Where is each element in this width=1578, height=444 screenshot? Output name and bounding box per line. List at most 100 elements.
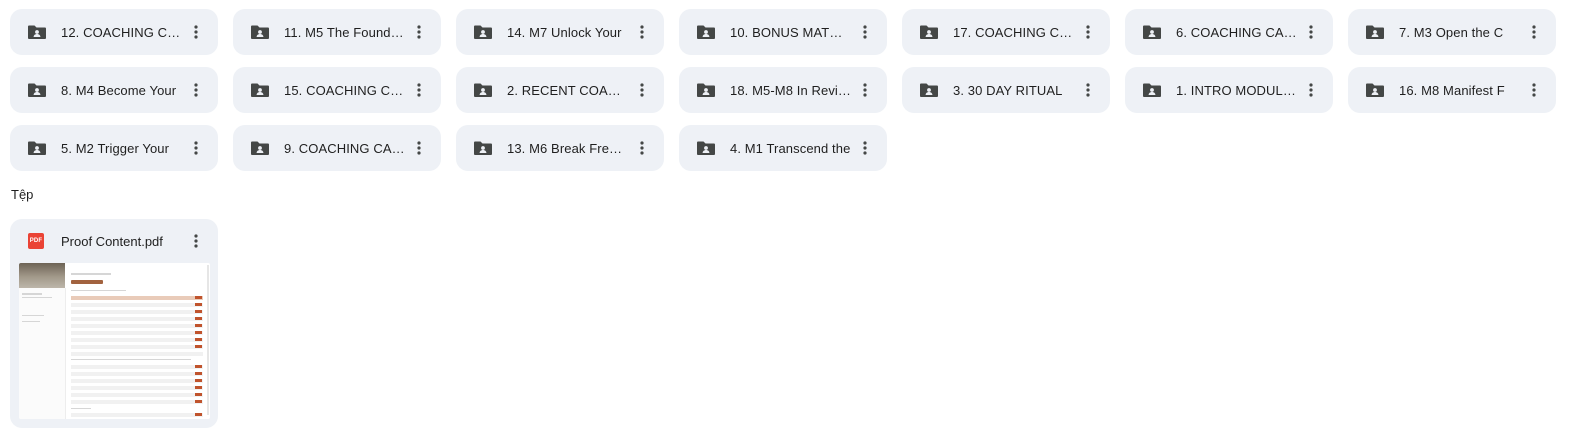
more-options-button[interactable]: [628, 18, 656, 46]
shared-folder-icon: [250, 22, 270, 42]
pdf-icon: PDF: [28, 233, 44, 249]
folder-name: 9. COACHING CALL: [284, 140, 405, 156]
more-options-button[interactable]: [1074, 76, 1102, 104]
shared-folder-icon: [27, 80, 47, 100]
file-card[interactable]: PDF Proof Content.pdf: [10, 219, 218, 428]
folder-card[interactable]: 16. M8 Manifest F: [1348, 67, 1556, 113]
folder-name: 14. M7 Unlock Your: [507, 24, 622, 40]
folder-card[interactable]: 6. COACHING CALL: [1125, 9, 1333, 55]
more-vert-icon: [857, 24, 873, 40]
more-vert-icon: [188, 24, 204, 40]
more-vert-icon: [634, 82, 650, 98]
shared-folder-icon: [473, 138, 493, 158]
more-vert-icon: [634, 140, 650, 156]
folder-name: 2. RECENT COACHING: [507, 82, 628, 98]
folder-card[interactable]: 7. M3 Open the C: [1348, 9, 1556, 55]
folder-card[interactable]: 10. BONUS MATERIAL: [679, 9, 887, 55]
more-options-button[interactable]: [1520, 18, 1548, 46]
shared-folder-icon: [696, 80, 716, 100]
more-vert-icon: [194, 234, 198, 248]
folder-name: 1. INTRO MODULES: [1176, 82, 1297, 98]
more-options-button[interactable]: [851, 76, 879, 104]
folder-card[interactable]: 17. COACHING CALL: [902, 9, 1110, 55]
file-thumbnail: [19, 263, 210, 419]
more-vert-icon: [634, 24, 650, 40]
more-options-button[interactable]: [405, 18, 433, 46]
more-vert-icon: [411, 140, 427, 156]
folder-name: 12. COACHING CALL: [61, 24, 182, 40]
file-name: Proof Content.pdf: [61, 233, 163, 249]
more-vert-icon: [188, 82, 204, 98]
shared-folder-icon: [1365, 80, 1385, 100]
files-section-heading: Tệp: [11, 187, 34, 202]
folder-card[interactable]: 12. COACHING CALL: [10, 9, 218, 55]
folder-name: 3. 30 DAY RITUAL: [953, 82, 1063, 98]
shared-folder-icon: [473, 22, 493, 42]
more-vert-icon: [1526, 82, 1542, 98]
folder-name: 6. COACHING CALL: [1176, 24, 1297, 40]
shared-folder-icon: [919, 80, 939, 100]
folder-name: 10. BONUS MATERIAL: [730, 24, 851, 40]
folders-grid: 12. COACHING CALL 11. M5 The Foundation 14…: [10, 9, 1570, 171]
folder-name: 5. M2 Trigger Your: [61, 140, 170, 156]
more-options-button[interactable]: [628, 76, 656, 104]
more-options-button[interactable]: [628, 134, 656, 162]
folder-card[interactable]: 11. M5 The Foundation: [233, 9, 441, 55]
folder-name: 16. M8 Manifest F: [1399, 82, 1505, 98]
folder-card[interactable]: 3. 30 DAY RITUAL: [902, 67, 1110, 113]
more-options-button[interactable]: [1520, 76, 1548, 104]
more-options-button[interactable]: [182, 76, 210, 104]
folder-card[interactable]: 13. M6 Break Free From: [456, 125, 664, 171]
shared-folder-icon: [27, 22, 47, 42]
more-vert-icon: [857, 140, 873, 156]
more-options-button[interactable]: [182, 18, 210, 46]
folder-card[interactable]: 4. M1 Transcend the: [679, 125, 887, 171]
more-options-button[interactable]: [851, 18, 879, 46]
folder-name: 18. M5-M8 In Review: [730, 82, 851, 98]
more-vert-icon: [188, 140, 204, 156]
more-options-button[interactable]: [1297, 18, 1325, 46]
more-options-button[interactable]: [182, 134, 210, 162]
more-options-button[interactable]: [405, 76, 433, 104]
folder-card[interactable]: 18. M5-M8 In Review: [679, 67, 887, 113]
more-vert-icon: [1303, 82, 1319, 98]
folder-card[interactable]: 5. M2 Trigger Your: [10, 125, 218, 171]
folder-name: 4. M1 Transcend the: [730, 140, 851, 156]
more-vert-icon: [1303, 24, 1319, 40]
shared-folder-icon: [696, 138, 716, 158]
folder-card[interactable]: 15. COACHING CALL: [233, 67, 441, 113]
more-vert-icon: [411, 82, 427, 98]
more-vert-icon: [1080, 24, 1096, 40]
folder-name: 15. COACHING CALL: [284, 82, 405, 98]
more-options-button[interactable]: [405, 134, 433, 162]
shared-folder-icon: [27, 138, 47, 158]
folder-card[interactable]: 8. M4 Become Your: [10, 67, 218, 113]
shared-folder-icon: [250, 80, 270, 100]
more-options-button[interactable]: [851, 134, 879, 162]
folder-name: 8. M4 Become Your: [61, 82, 177, 98]
shared-folder-icon: [1142, 80, 1162, 100]
shared-folder-icon: [1142, 22, 1162, 42]
shared-folder-icon: [919, 22, 939, 42]
thumbnail-sidebar: [19, 288, 66, 419]
more-vert-icon: [411, 24, 427, 40]
file-card-header: PDF Proof Content.pdf: [10, 219, 218, 263]
more-options-button[interactable]: [1297, 76, 1325, 104]
more-options-button[interactable]: [182, 227, 210, 255]
folder-card[interactable]: 2. RECENT COACHING: [456, 67, 664, 113]
folder-name: 7. M3 Open the C: [1399, 24, 1504, 40]
shared-folder-icon: [250, 138, 270, 158]
folder-card[interactable]: 14. M7 Unlock Your: [456, 9, 664, 55]
more-options-button[interactable]: [1074, 18, 1102, 46]
folder-name: 17. COACHING CALL: [953, 24, 1074, 40]
shared-folder-icon: [1365, 22, 1385, 42]
more-vert-icon: [857, 82, 873, 98]
shared-folder-icon: [473, 80, 493, 100]
folder-name: 11. M5 The Foundation: [284, 24, 405, 40]
folder-card[interactable]: 9. COACHING CALL: [233, 125, 441, 171]
folder-name: 13. M6 Break Free From: [507, 140, 628, 156]
shared-folder-icon: [696, 22, 716, 42]
more-vert-icon: [1080, 82, 1096, 98]
folder-card[interactable]: 1. INTRO MODULES: [1125, 67, 1333, 113]
thumbnail-hero-image: [19, 263, 65, 288]
